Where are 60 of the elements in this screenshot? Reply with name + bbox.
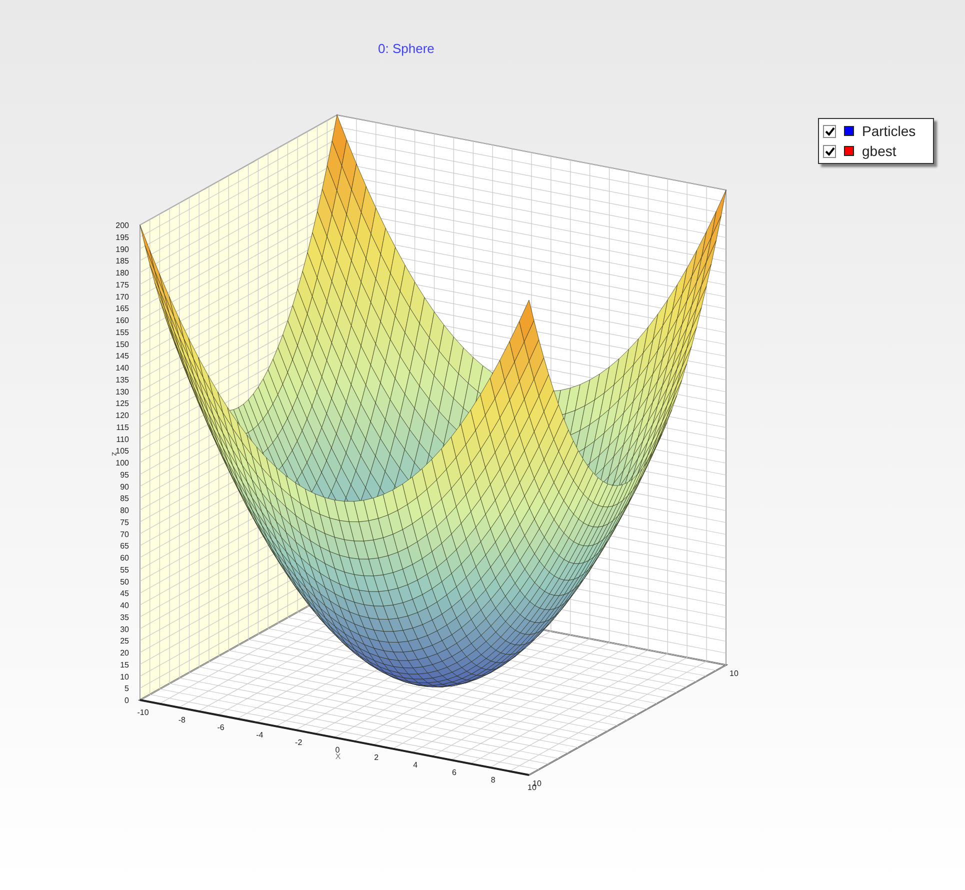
y-tick-label: 10 — [730, 669, 738, 678]
legend-label: Particles — [862, 122, 916, 140]
z-tick-label: 125 — [116, 399, 129, 408]
z-tick-label: 155 — [116, 328, 129, 337]
chart-title: 0: Sphere — [378, 41, 434, 56]
z-tick-label: 165 — [116, 304, 129, 314]
legend-label: gbest — [862, 142, 896, 160]
legend-checkbox[interactable] — [823, 144, 836, 158]
z-tick-label: 5 — [124, 684, 129, 694]
z-tick-label: 145 — [116, 352, 129, 361]
x-tick-label: 0 — [335, 746, 340, 754]
z-tick-label: 70 — [120, 530, 129, 539]
x-tick-label: -6 — [217, 723, 224, 732]
z-tick-label: 65 — [120, 542, 129, 551]
x-tick-label: -4 — [256, 730, 264, 740]
z-tick-label: 175 — [116, 280, 129, 290]
z-tick-label: 90 — [120, 482, 129, 492]
check-icon — [824, 146, 834, 156]
z-tick-label: 30 — [120, 624, 129, 634]
z-tick-label: 45 — [120, 589, 129, 598]
z-tick-label: 40 — [120, 601, 129, 610]
z-tick-label: 20 — [120, 648, 129, 658]
z-tick-label: 160 — [116, 316, 129, 325]
z-tick-label: 10 — [120, 672, 129, 682]
z-tick-label: 25 — [120, 636, 129, 646]
z-tick-label: 50 — [120, 577, 129, 586]
z-tick-label: 200 — [116, 221, 129, 230]
z-tick-label: 140 — [116, 364, 129, 372]
x-tick-label: 4 — [413, 760, 418, 770]
z-tick-label: 100 — [116, 458, 129, 468]
z-tick-label: 170 — [116, 292, 129, 302]
z-tick-label: 60 — [120, 554, 129, 562]
z-tick-label: 95 — [120, 470, 129, 480]
z-tick-label: 80 — [120, 506, 129, 515]
z-tick-label: 190 — [116, 244, 129, 254]
z-tick-label: 195 — [116, 232, 129, 242]
x-axis-title: X — [335, 752, 341, 761]
z-tick-label: 85 — [120, 494, 129, 504]
x-tick-label: -8 — [178, 716, 186, 724]
x-tick-label: -10 — [137, 708, 149, 717]
z-tick-label: 130 — [116, 387, 129, 396]
z-tick-label: 185 — [116, 256, 129, 266]
x-tick-label: -2 — [295, 738, 302, 747]
x-tick-label: 8 — [490, 776, 496, 784]
z-tick-label: 180 — [116, 268, 129, 278]
z-tick-label: 0 — [124, 696, 129, 705]
x-tick-label: 6 — [452, 768, 456, 777]
z-tick-label: 55 — [120, 565, 129, 574]
z-tick-label: 115 — [116, 422, 129, 432]
x-tick-label: 10 — [528, 783, 536, 792]
check-icon — [824, 126, 834, 136]
z-tick-label: 75 — [120, 518, 129, 527]
z-tick-label: 110 — [116, 434, 129, 444]
z-tick-label: 150 — [116, 340, 129, 349]
x-tick-label: 2 — [374, 753, 379, 762]
z-tick-label: 35 — [120, 612, 129, 622]
legend-checkbox[interactable] — [823, 124, 836, 138]
z-tick-label: 120 — [116, 411, 129, 420]
z-tick-label: 135 — [116, 375, 129, 384]
z-tick-label: 15 — [120, 660, 129, 670]
